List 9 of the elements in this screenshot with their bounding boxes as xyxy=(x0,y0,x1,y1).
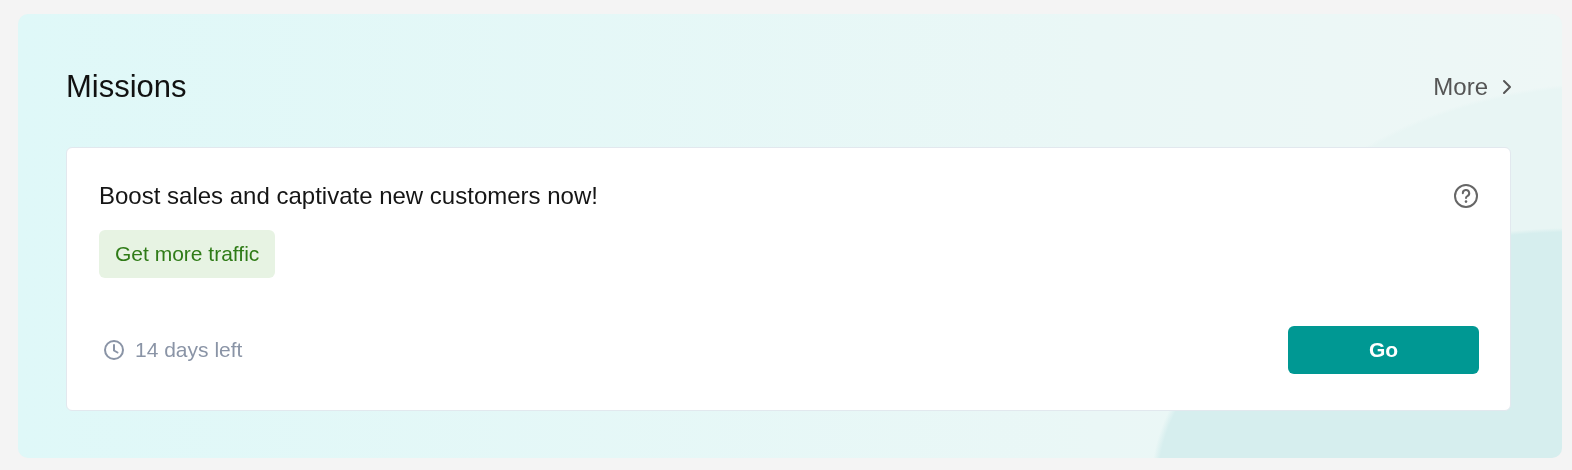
mission-heading: Boost sales and captivate new customers now! xyxy=(99,182,598,210)
help-icon[interactable] xyxy=(1453,183,1479,209)
mission-tag: Get more traffic xyxy=(99,230,276,278)
clock-icon xyxy=(103,339,125,361)
chevron-right-icon xyxy=(1502,79,1512,95)
more-link[interactable]: More xyxy=(1433,73,1512,101)
time-left-label: 14 days left xyxy=(135,338,243,362)
section-title: Missions xyxy=(66,69,187,105)
go-button[interactable]: Go xyxy=(1288,326,1479,374)
